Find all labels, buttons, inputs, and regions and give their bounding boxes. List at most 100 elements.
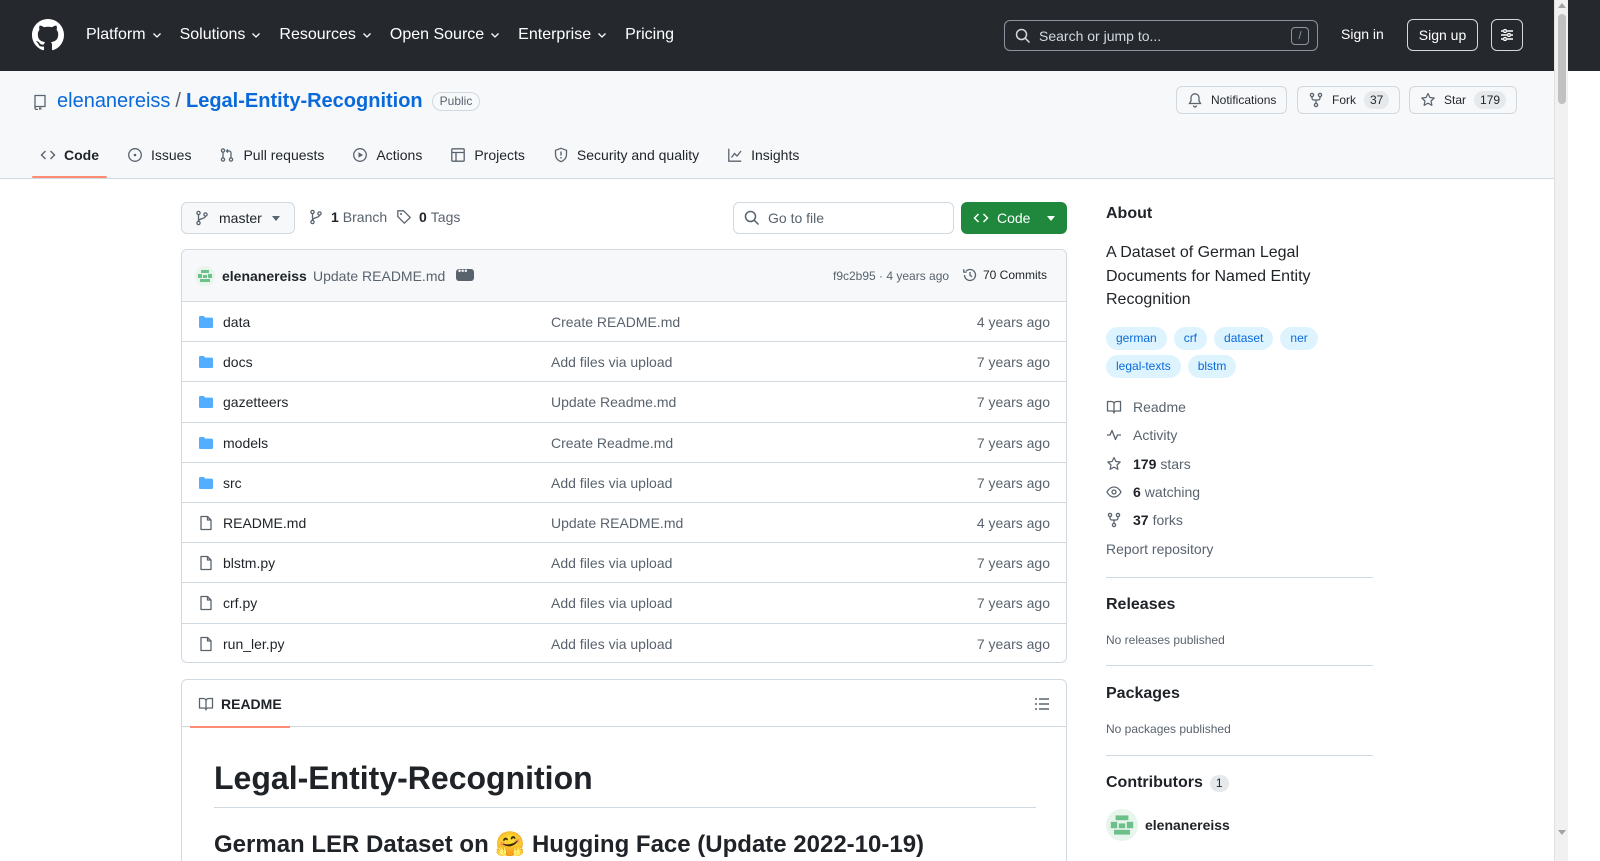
packages-note: No packages published <box>1106 722 1231 736</box>
tag-count: 0 <box>419 209 427 225</box>
avatar[interactable] <box>1106 809 1138 841</box>
file-row[interactable]: gazetteers Update Readme.md 7 years ago <box>182 382 1066 423</box>
repo-name-link[interactable]: Legal-Entity-Recognition <box>186 90 423 113</box>
nav-solutions[interactable]: Solutions <box>180 24 262 46</box>
readme-link[interactable]: Readme <box>1106 399 1186 415</box>
topic-tag[interactable]: blstm <box>1187 355 1237 378</box>
branches-link[interactable]: 1 Branch <box>308 209 387 225</box>
tab-label: Security and quality <box>576 147 700 163</box>
commits-link[interactable]: 70 Commits <box>983 268 1047 282</box>
commit-message[interactable]: Update README.md <box>313 268 445 284</box>
play-icon <box>352 147 368 163</box>
file-name-link[interactable]: docs <box>223 354 253 370</box>
file-name-link[interactable]: src <box>223 475 242 491</box>
file-commit-message[interactable]: Update Readme.md <box>551 394 676 410</box>
menu-icon[interactable] <box>1491 19 1523 51</box>
contributors-title[interactable]: Contributors 1 <box>1106 774 1229 792</box>
readme-tab[interactable]: README <box>190 680 290 728</box>
file-icon <box>198 636 214 652</box>
commit-author[interactable]: elenanereiss <box>222 268 307 284</box>
packages-title[interactable]: Packages <box>1106 685 1180 703</box>
global-search-input[interactable]: Search or jump to... / <box>1004 20 1318 51</box>
tab-issues[interactable]: Issues <box>119 131 199 179</box>
topic-tag[interactable]: german <box>1106 327 1167 350</box>
file-name-link[interactable]: README.md <box>223 515 306 531</box>
file-commit-message[interactable]: Add files via upload <box>551 636 672 652</box>
file-row[interactable]: models Create Readme.md 7 years ago <box>182 423 1066 463</box>
file-name-link[interactable]: gazetteers <box>223 394 288 410</box>
scroll-down-arrow-icon[interactable] <box>1558 830 1566 835</box>
file-row[interactable]: src Add files via upload 7 years ago <box>182 463 1066 503</box>
readme-heading-1: Legal-Entity-Recognition <box>214 760 1036 808</box>
nav-open-source[interactable]: Open Source <box>390 24 500 46</box>
file-icon <box>198 515 214 531</box>
file-name-link[interactable]: run_ler.py <box>223 636 284 652</box>
file-commit-message[interactable]: Create Readme.md <box>551 435 673 451</box>
notifications-button[interactable]: Notifications <box>1176 86 1288 114</box>
file-table: elenanereiss Update README.md f9c2b95 · … <box>181 249 1067 663</box>
releases-title[interactable]: Releases <box>1106 596 1175 614</box>
fork-button[interactable]: Fork 37 <box>1297 86 1401 114</box>
graph-icon <box>727 147 743 163</box>
go-to-file-input[interactable]: Go to file <box>733 202 954 234</box>
stars-link[interactable]: 179 stars <box>1106 456 1191 472</box>
sidebar-divider <box>1106 665 1373 666</box>
file-row[interactable]: run_ler.py Add files via upload 7 years ag… <box>182 624 1066 663</box>
forks-link[interactable]: 37 forks <box>1106 512 1183 528</box>
scroll-up-arrow-icon[interactable] <box>1558 3 1566 8</box>
stars-label: stars <box>1160 456 1191 472</box>
nav-pricing[interactable]: Pricing <box>625 24 674 46</box>
topic-tag[interactable]: dataset <box>1214 327 1274 350</box>
list-icon[interactable] <box>1034 696 1050 712</box>
contributor-item[interactable]: elenanereiss <box>1106 809 1230 841</box>
file-commit-message[interactable]: Create README.md <box>551 314 680 330</box>
nav-resources[interactable]: Resources <box>279 24 371 46</box>
tab-security[interactable]: Security and quality <box>545 131 707 179</box>
branch-selector[interactable]: master <box>181 202 295 234</box>
tab-pull-requests[interactable]: Pull requests <box>211 131 332 179</box>
code-dropdown-button[interactable]: Code <box>961 202 1067 234</box>
repo-owner-link[interactable]: elenanereiss <box>57 90 170 113</box>
file-name-link[interactable]: blstm.py <box>223 555 275 571</box>
github-logo-icon[interactable] <box>32 19 64 51</box>
tags-link[interactable]: 0 Tags <box>396 209 460 225</box>
nav-platform[interactable]: Platform <box>86 24 162 46</box>
star-button[interactable]: Star 179 <box>1409 86 1518 114</box>
contributors-count: 1 <box>1209 774 1229 792</box>
file-commit-message[interactable]: Add files via upload <box>551 595 672 611</box>
topic-tag[interactable]: ner <box>1280 327 1318 350</box>
file-row[interactable]: blstm.py Add files via upload 7 years ago <box>182 543 1066 584</box>
nav-enterprise[interactable]: Enterprise <box>518 24 607 46</box>
report-repository-link[interactable]: Report repository <box>1106 541 1213 557</box>
commit-sha-age[interactable]: f9c2b95 · 4 years ago <box>833 269 949 283</box>
avatar[interactable] <box>195 266 215 286</box>
tab-code[interactable]: Code <box>32 131 107 179</box>
file-commit-message[interactable]: Update README.md <box>551 515 683 531</box>
file-commit-message[interactable]: Add files via upload <box>551 555 672 571</box>
file-name-link[interactable]: data <box>223 314 250 330</box>
file-name-link[interactable]: models <box>223 435 268 451</box>
file-row[interactable]: crf.py Add files via upload 7 years ago <box>182 583 1066 624</box>
file-commit-message[interactable]: Add files via upload <box>551 354 672 370</box>
sign-up-button[interactable]: Sign up <box>1407 19 1478 51</box>
file-row[interactable]: docs Add files via upload 7 years ago <box>182 342 1066 383</box>
tab-label: Pull requests <box>243 147 325 163</box>
scrollbar-thumb[interactable] <box>1558 14 1566 104</box>
file-commit-message[interactable]: Add files via upload <box>551 475 672 491</box>
ellipsis-icon[interactable] <box>456 266 474 281</box>
topic-tag[interactable]: crf <box>1173 327 1208 350</box>
chevron-down-icon <box>490 30 500 40</box>
table-icon <box>450 147 466 163</box>
tab-projects[interactable]: Projects <box>442 131 533 179</box>
sign-in-link[interactable]: Sign in <box>1341 26 1384 42</box>
page-scrollbar[interactable] <box>1554 0 1568 861</box>
activity-link[interactable]: Activity <box>1106 427 1177 443</box>
file-row[interactable]: README.md Update README.md 4 years ago <box>182 503 1066 544</box>
watchers-link[interactable]: 6 watching <box>1106 484 1200 500</box>
file-row[interactable]: data Create README.md 4 years ago <box>182 302 1066 343</box>
branch-name: master <box>219 210 262 226</box>
topic-tag[interactable]: legal-texts <box>1106 355 1181 378</box>
tab-insights[interactable]: Insights <box>719 131 807 179</box>
file-name-link[interactable]: crf.py <box>223 595 257 611</box>
tab-actions[interactable]: Actions <box>344 131 430 179</box>
